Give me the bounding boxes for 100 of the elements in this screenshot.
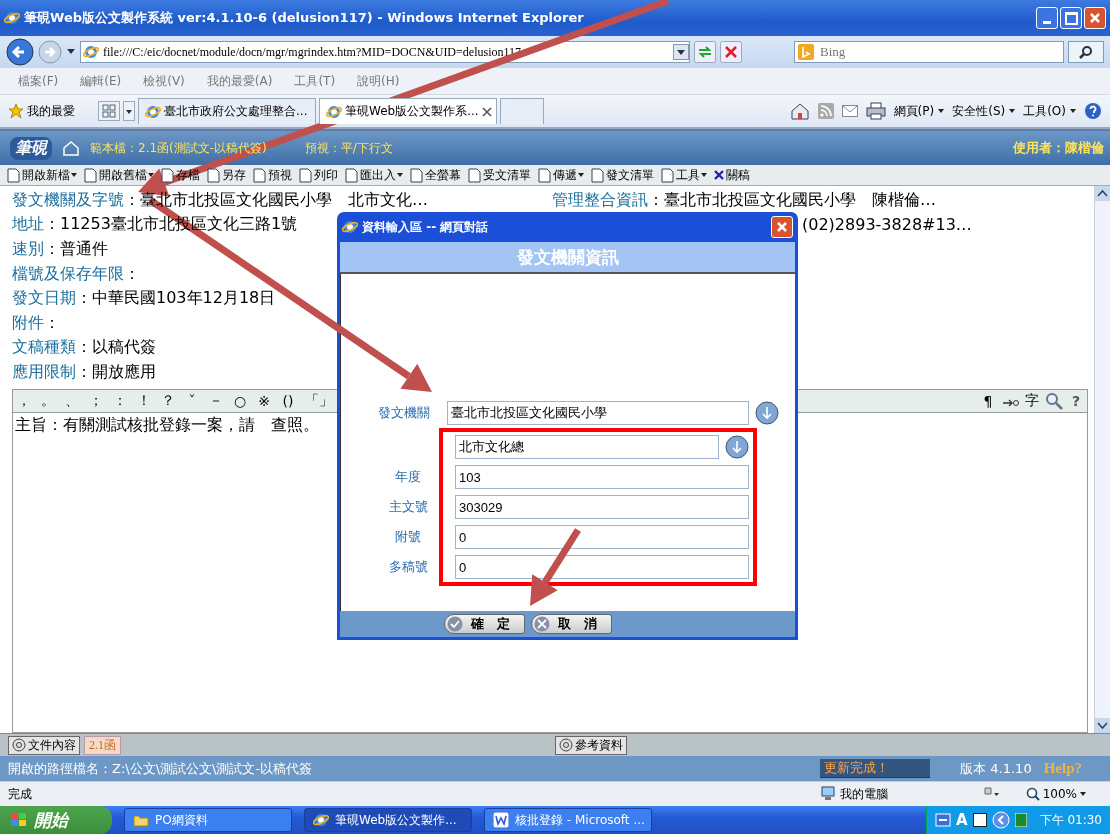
menu-item[interactable]: 檢視(V) — [143, 72, 185, 90]
field-label[interactable]: 應用限制 — [12, 361, 76, 383]
symbol-button[interactable]: ○ — [229, 392, 251, 409]
menu-item[interactable]: 說明(H) — [357, 72, 400, 90]
lookup-button[interactable] — [755, 401, 779, 425]
home-icon[interactable] — [789, 102, 810, 120]
symbol-button[interactable]: () — [277, 392, 299, 409]
toolbar-button[interactable]: 預視 — [250, 166, 294, 184]
help-button[interactable]: ? — [1065, 392, 1087, 409]
symbol-button[interactable]: ， — [13, 391, 35, 410]
toolbar-button[interactable]: 發文清單 — [588, 166, 656, 184]
symbol-button[interactable]: 。 — [37, 391, 59, 410]
panel-button[interactable]: 參考資料 — [555, 735, 627, 755]
scrollbar[interactable] — [1094, 186, 1110, 733]
dropdown-icon[interactable] — [673, 44, 689, 60]
ok-button[interactable]: 確 定 — [443, 614, 525, 634]
symbol-button[interactable]: ： — [109, 391, 131, 410]
mail-icon[interactable] — [841, 105, 858, 117]
text-field[interactable]: 0 — [455, 525, 749, 549]
browser-tab[interactable]: 筆硯Web版公文製作系... — [319, 98, 497, 124]
taskbar-button[interactable]: 核批登錄 - Microsoft ... — [484, 808, 652, 832]
symbol-button[interactable]: ？ — [157, 391, 179, 410]
toolbar-button[interactable]: 列印 — [296, 166, 340, 184]
panel-button[interactable]: 文件內容 — [8, 735, 80, 755]
text-field[interactable]: 303029 — [455, 495, 749, 519]
close-button[interactable] — [771, 216, 793, 238]
cancel-icon — [533, 616, 550, 632]
toolbar-button[interactable]: 開啟新檔 — [4, 166, 79, 184]
toolbar-button[interactable]: 另存 — [204, 166, 248, 184]
symbol-button[interactable]: ※ — [253, 392, 275, 409]
toolbar-button[interactable]: 全螢幕 — [407, 166, 463, 184]
symbol-button[interactable]: 、 — [61, 391, 83, 410]
back-button[interactable] — [6, 38, 34, 66]
home-icon[interactable] — [62, 140, 80, 156]
document-icon — [537, 167, 552, 183]
dropdown-icon[interactable] — [123, 101, 135, 121]
character-button[interactable]: 字 — [1021, 391, 1043, 410]
favorites-button[interactable]: 我的最愛 — [27, 102, 75, 120]
maximize-button[interactable] — [1060, 7, 1082, 29]
field-value: 中華民國103年12月18日 — [92, 288, 276, 310]
search-button[interactable] — [1068, 41, 1104, 63]
help-icon[interactable] — [1084, 102, 1102, 120]
menu-item[interactable]: 我的最愛(A) — [206, 72, 273, 90]
text-field[interactable]: 0 — [455, 555, 749, 579]
close-button[interactable] — [1084, 7, 1106, 29]
menu-item[interactable]: 檔案(F) — [18, 72, 59, 90]
symbol-button[interactable]: 「」 — [301, 391, 323, 410]
document-icon — [6, 167, 21, 183]
field-value: 臺北市北投區文化國民小學 陳楷倫… — [664, 189, 936, 211]
lookup-button[interactable] — [725, 435, 749, 459]
start-button[interactable]: 開始 — [0, 806, 112, 834]
taskbar-button[interactable]: PO網資料 — [124, 808, 292, 832]
taskbar-button[interactable]: 筆硯Web版公文製作... — [304, 808, 472, 832]
field-label[interactable]: 發文日期 — [12, 288, 76, 310]
minimize-button[interactable] — [1036, 7, 1058, 29]
colon: ： — [76, 337, 92, 359]
menu-item[interactable]: 編輯(E) — [80, 72, 122, 90]
refresh-button[interactable] — [694, 41, 716, 63]
browser-icon — [342, 219, 358, 235]
document-icon — [83, 167, 98, 183]
toolbar-button[interactable]: 匯出入 — [342, 166, 405, 184]
symbol-button[interactable]: ！ — [133, 391, 155, 410]
browser-icon — [313, 812, 329, 828]
word-document-icon — [493, 812, 509, 828]
command-menu[interactable]: 安全性(S) — [952, 102, 1016, 120]
field-label[interactable]: 速別 — [12, 239, 44, 260]
field-label[interactable]: 檔號及保存年限 — [12, 263, 124, 285]
toolbar-button[interactable]: 工具 — [658, 166, 709, 184]
cancel-button[interactable]: 取 消 — [530, 614, 612, 634]
printer-icon[interactable] — [865, 102, 886, 120]
browser-tab[interactable]: 臺北市政府公文處理整合... — [138, 98, 316, 124]
field-label[interactable]: 地址 — [12, 214, 44, 236]
field-label[interactable]: 管理整合資訊 — [552, 189, 648, 211]
search-icon[interactable] — [1045, 391, 1063, 410]
toolbar-button[interactable]: 受文清單 — [465, 166, 533, 184]
text-field[interactable]: 北市文化總 — [455, 435, 719, 459]
window-icon[interactable] — [972, 813, 987, 827]
symbol-button[interactable]: ˇ — [181, 392, 203, 409]
field-label[interactable]: 附件 — [12, 312, 44, 334]
command-menu[interactable]: 網頁(P) — [893, 102, 945, 120]
text-field[interactable]: 臺北市北投區文化國民小學 — [447, 401, 749, 425]
toolbar-button[interactable]: 傳遞 — [535, 166, 586, 184]
symbol-button[interactable]: － — [205, 391, 227, 410]
zoom-button[interactable]: 100% — [1019, 786, 1092, 802]
field-label[interactable]: 文稿種類 — [12, 337, 76, 359]
symbol-button[interactable]: ； — [85, 391, 107, 410]
close-icon[interactable] — [481, 106, 492, 117]
document-icon — [160, 167, 175, 183]
field-label[interactable]: 發文機關及字號 — [12, 189, 124, 211]
text-field[interactable]: 103 — [455, 465, 749, 489]
stop-button[interactable] — [720, 41, 742, 63]
dropdown-icon[interactable] — [66, 48, 76, 56]
menu-item[interactable]: 工具(T) — [294, 72, 336, 90]
search-field[interactable]: Bing — [794, 41, 1064, 63]
clock: 下午 01:30 — [1039, 811, 1102, 829]
command-menu[interactable]: 工具(O) — [1023, 102, 1076, 120]
toolbar-button[interactable]: 關稿 — [711, 166, 752, 184]
paragraph-button[interactable]: ¶ — [977, 392, 999, 409]
address-field[interactable]: file:///C:/eic/docnet/module/docn/mgr/mgrindex.htm?MID=DOCN&UID=delusion117 — [80, 41, 690, 63]
feed-icon[interactable] — [817, 103, 834, 119]
